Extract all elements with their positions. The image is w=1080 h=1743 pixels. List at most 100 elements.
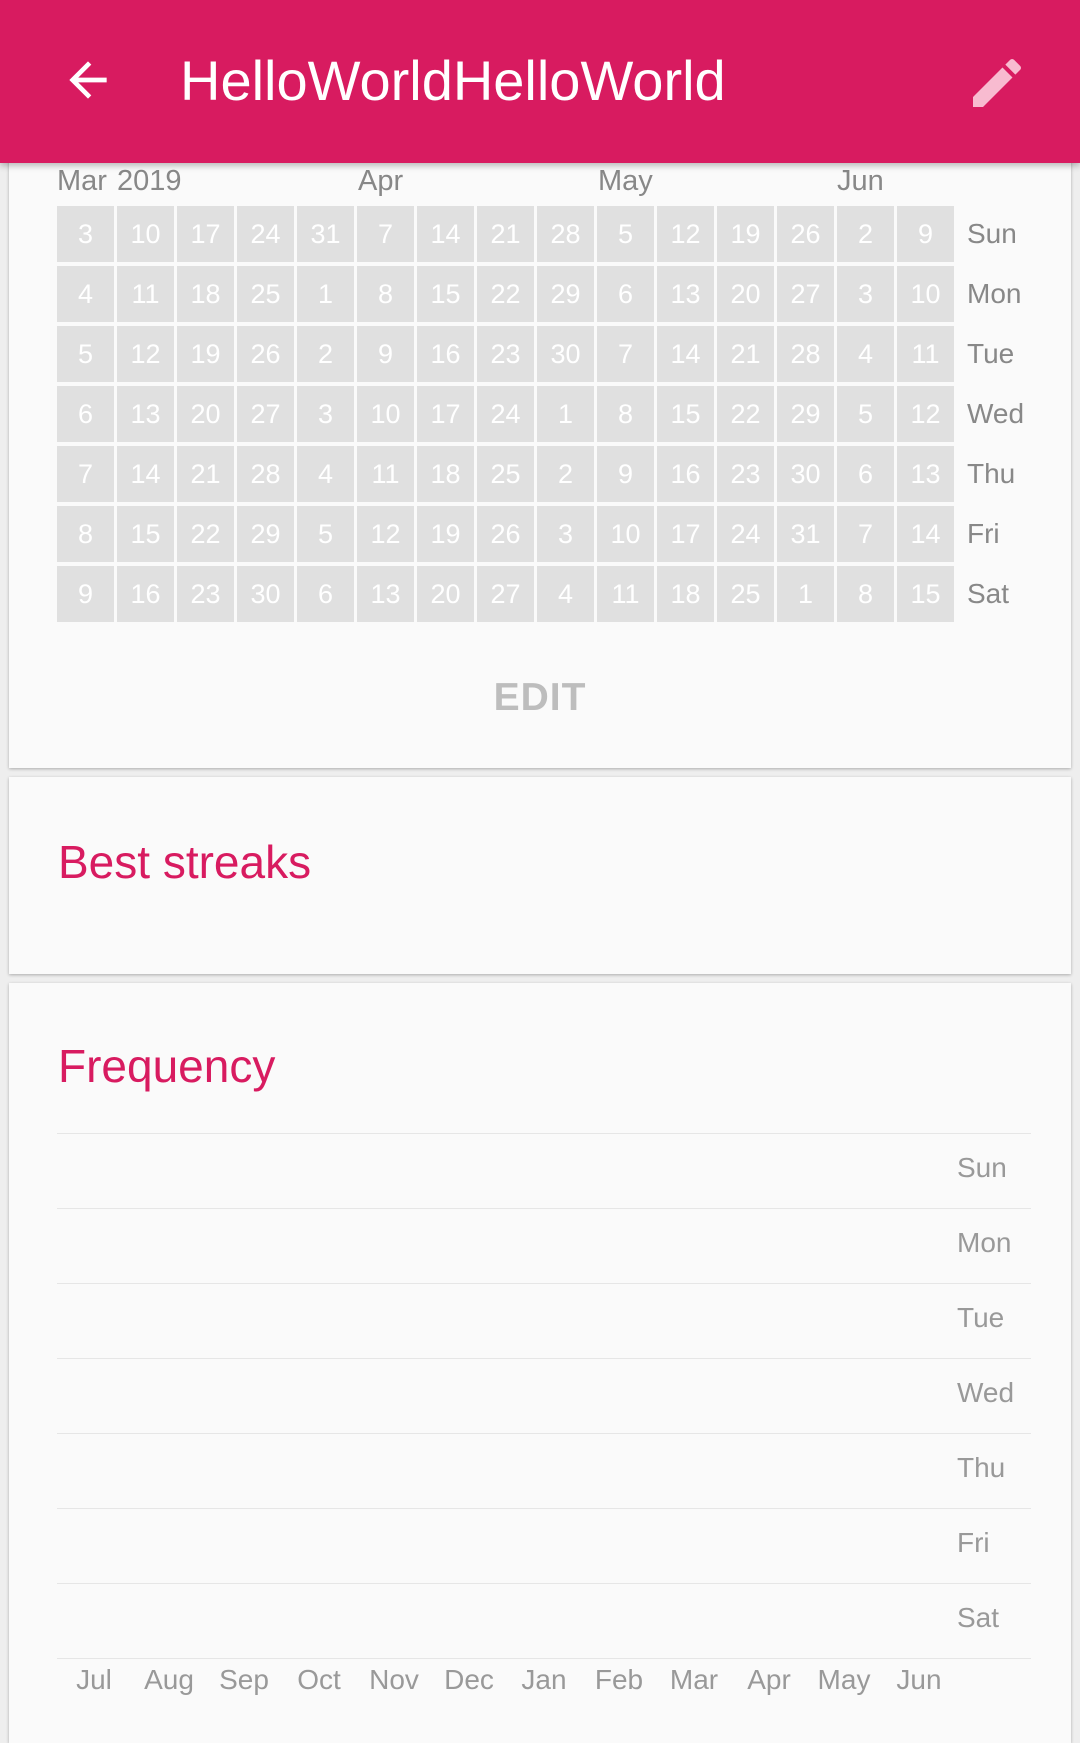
history-day-cell[interactable]: 1 [537,386,594,442]
history-day-cell[interactable]: 7 [597,326,654,382]
history-day-cell[interactable]: 18 [657,566,714,622]
history-day-cell[interactable]: 22 [717,386,774,442]
history-day-cell[interactable]: 19 [177,326,234,382]
history-day-cell[interactable]: 4 [297,446,354,502]
history-day-cell[interactable]: 10 [597,506,654,562]
history-day-cell[interactable]: 12 [357,506,414,562]
history-day-cell[interactable]: 15 [657,386,714,442]
history-day-cell[interactable]: 11 [117,266,174,322]
history-day-cell[interactable]: 9 [357,326,414,382]
history-day-cell[interactable]: 4 [837,326,894,382]
history-day-cell[interactable]: 6 [597,266,654,322]
history-day-cell[interactable]: 10 [117,206,174,262]
history-day-cell[interactable]: 18 [177,266,234,322]
history-day-cell[interactable]: 3 [537,506,594,562]
history-day-cell[interactable]: 26 [237,326,294,382]
history-day-cell[interactable]: 24 [237,206,294,262]
history-day-cell[interactable]: 15 [117,506,174,562]
history-day-cell[interactable]: 6 [57,386,114,442]
history-day-cell[interactable]: 7 [837,506,894,562]
history-day-cell[interactable]: 19 [417,506,474,562]
history-day-cell[interactable]: 5 [597,206,654,262]
history-day-cell[interactable]: 1 [297,266,354,322]
history-day-cell[interactable]: 9 [897,206,954,262]
history-day-cell[interactable]: 30 [777,446,834,502]
history-day-cell[interactable]: 26 [777,206,834,262]
history-day-cell[interactable]: 14 [417,206,474,262]
history-day-cell[interactable]: 16 [657,446,714,502]
history-day-cell[interactable]: 5 [297,506,354,562]
history-day-cell[interactable]: 8 [837,566,894,622]
history-day-cell[interactable]: 9 [597,446,654,502]
history-day-cell[interactable]: 6 [837,446,894,502]
history-day-cell[interactable]: 12 [897,386,954,442]
history-day-cell[interactable]: 12 [657,206,714,262]
history-day-cell[interactable]: 20 [717,266,774,322]
history-day-cell[interactable]: 27 [477,566,534,622]
history-day-cell[interactable]: 13 [357,566,414,622]
history-day-cell[interactable]: 16 [117,566,174,622]
history-day-cell[interactable]: 24 [477,386,534,442]
history-day-cell[interactable]: 3 [57,206,114,262]
history-day-cell[interactable]: 8 [57,506,114,562]
history-day-cell[interactable]: 7 [357,206,414,262]
history-day-cell[interactable]: 11 [357,446,414,502]
history-day-cell[interactable]: 13 [657,266,714,322]
history-day-cell[interactable]: 3 [297,386,354,442]
history-day-cell[interactable]: 1 [777,566,834,622]
history-day-cell[interactable]: 31 [777,506,834,562]
history-day-cell[interactable]: 21 [177,446,234,502]
history-day-cell[interactable]: 10 [897,266,954,322]
history-day-cell[interactable]: 10 [357,386,414,442]
history-day-cell[interactable]: 31 [297,206,354,262]
history-day-cell[interactable]: 27 [237,386,294,442]
history-day-cell[interactable]: 2 [297,326,354,382]
history-day-cell[interactable]: 23 [177,566,234,622]
edit-habit-button[interactable] [958,44,1036,122]
history-day-cell[interactable]: 9 [57,566,114,622]
history-day-cell[interactable]: 20 [417,566,474,622]
back-button[interactable] [52,44,124,116]
history-day-cell[interactable]: 23 [477,326,534,382]
history-day-cell[interactable]: 22 [177,506,234,562]
history-day-cell[interactable]: 7 [57,446,114,502]
history-day-cell[interactable]: 25 [717,566,774,622]
history-day-cell[interactable]: 6 [297,566,354,622]
history-day-cell[interactable]: 28 [537,206,594,262]
history-day-cell[interactable]: 11 [597,566,654,622]
history-day-cell[interactable]: 14 [657,326,714,382]
history-day-cell[interactable]: 28 [777,326,834,382]
history-day-cell[interactable]: 14 [897,506,954,562]
history-day-cell[interactable]: 21 [717,326,774,382]
history-day-cell[interactable]: 28 [237,446,294,502]
history-day-cell[interactable]: 29 [777,386,834,442]
history-day-cell[interactable]: 30 [237,566,294,622]
history-day-cell[interactable]: 25 [477,446,534,502]
history-day-cell[interactable]: 14 [117,446,174,502]
history-day-cell[interactable]: 17 [177,206,234,262]
edit-history-button[interactable]: EDIT [9,675,1071,721]
history-day-cell[interactable]: 26 [477,506,534,562]
history-day-cell[interactable]: 23 [717,446,774,502]
history-day-cell[interactable]: 29 [237,506,294,562]
history-day-cell[interactable]: 29 [537,266,594,322]
history-day-cell[interactable]: 8 [597,386,654,442]
history-day-cell[interactable]: 3 [837,266,894,322]
history-day-cell[interactable]: 18 [417,446,474,502]
history-day-cell[interactable]: 20 [177,386,234,442]
history-day-cell[interactable]: 25 [237,266,294,322]
history-day-cell[interactable]: 2 [837,206,894,262]
history-day-cell[interactable]: 13 [117,386,174,442]
history-day-cell[interactable]: 19 [717,206,774,262]
history-day-cell[interactable]: 4 [57,266,114,322]
history-day-cell[interactable]: 17 [657,506,714,562]
history-day-cell[interactable]: 24 [717,506,774,562]
history-day-cell[interactable]: 11 [897,326,954,382]
history-day-cell[interactable]: 8 [357,266,414,322]
history-day-cell[interactable]: 17 [417,386,474,442]
history-day-cell[interactable]: 2 [537,446,594,502]
history-day-cell[interactable]: 15 [417,266,474,322]
history-day-cell[interactable]: 22 [477,266,534,322]
history-day-cell[interactable]: 13 [897,446,954,502]
history-day-cell[interactable]: 5 [57,326,114,382]
